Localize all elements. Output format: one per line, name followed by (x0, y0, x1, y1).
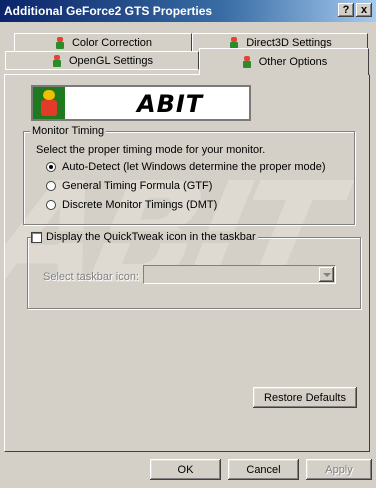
monitor-timing-group: Monitor Timing Select the proper timing … (23, 125, 355, 225)
close-button[interactable]: x (356, 3, 372, 17)
restore-defaults-button[interactable]: Restore Defaults (253, 387, 357, 408)
button-label: Apply (325, 463, 353, 476)
button-label: Cancel (246, 463, 281, 476)
dropdown-arrow-icon[interactable] (319, 267, 334, 282)
radio-button[interactable] (46, 181, 56, 191)
window-title: Additional GeForce2 GTS Properties (4, 4, 213, 18)
ok-button[interactable]: OK (150, 459, 221, 480)
timing-instruction: Select the proper timing mode for your m… (36, 144, 266, 156)
quicktweak-checkbox[interactable] (31, 231, 42, 243)
group-label: Monitor Timing (30, 125, 107, 137)
cancel-button[interactable]: Cancel (228, 459, 299, 480)
radio-gtf[interactable]: General Timing Formula (GTF) (46, 180, 212, 192)
abit-banner: ABIT (31, 85, 251, 121)
apply-button[interactable]: Apply (306, 459, 372, 480)
radio-dmt[interactable]: Discrete Monitor Timings (DMT) (46, 199, 217, 211)
radio-label: General Timing Formula (GTF) (62, 180, 213, 192)
nvidia-icon (241, 56, 253, 68)
taskbar-icon-select[interactable] (143, 265, 336, 284)
nvidia-icon (54, 36, 66, 49)
radio-button[interactable] (46, 162, 56, 172)
nvidia-icon (51, 54, 63, 67)
quicktweak-checkbox-row[interactable]: Display the QuickTweak icon in the taskb… (31, 231, 258, 243)
tab-other-options[interactable]: Other Options (199, 48, 369, 75)
button-label: Restore Defaults (264, 391, 346, 404)
help-button[interactable]: ? (338, 3, 354, 17)
tab-label: Color Correction (71, 36, 153, 49)
tab-label: OpenGL Settings (69, 54, 153, 67)
radio-auto-detect[interactable]: Auto-Detect (let Windows determine the p… (46, 161, 326, 173)
title-bar[interactable]: Additional GeForce2 GTS Properties ? x (0, 0, 376, 22)
tab-color-correction[interactable]: Color Correction (14, 33, 192, 51)
abit-logo: ABIT (137, 90, 204, 118)
radio-button[interactable] (46, 200, 56, 210)
radio-label: Discrete Monitor Timings (DMT) (62, 199, 218, 211)
taskbar-icon-label: Select taskbar icon: (43, 271, 139, 283)
button-label: OK (177, 463, 194, 476)
tab-opengl-settings[interactable]: OpenGL Settings (5, 51, 199, 70)
tab-panel-other-options: ABIT ABIT Monitor Timing Select the prop… (4, 74, 370, 452)
checkbox-label: Display the QuickTweak icon in the taskb… (46, 231, 256, 243)
mascot-icon (33, 87, 65, 119)
tab-label: Direct3D Settings (246, 36, 332, 49)
radio-label: Auto-Detect (let Windows determine the p… (62, 161, 326, 173)
nvidia-icon (228, 36, 240, 49)
tab-label: Other Options (258, 56, 328, 68)
